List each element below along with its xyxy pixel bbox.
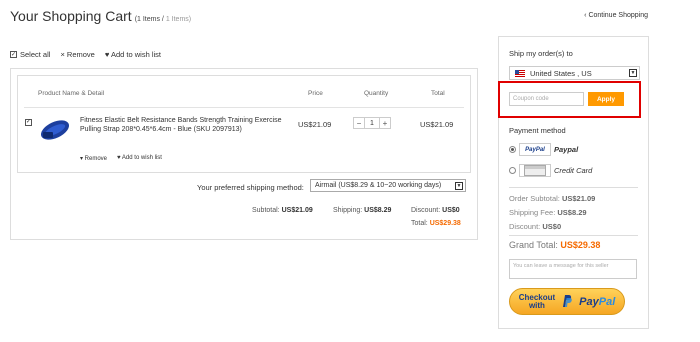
quantity-decrease-button[interactable]: −: [353, 117, 365, 129]
summary-total: Total: US$29.38: [411, 220, 461, 227]
add-selected-to-wishlist-button[interactable]: ♥ Add to wish list: [105, 50, 161, 59]
item-wishlist-link[interactable]: ♥ Add to wish list: [117, 155, 162, 162]
sidebar-discount-value: US$0: [542, 222, 562, 231]
header-quantity: Quantity: [364, 90, 389, 97]
checkout-line2: with: [528, 300, 545, 310]
item-remove-link[interactable]: ▾ Remove: [80, 155, 107, 162]
cart-panel: Product Name & Detail Price Quantity Tot…: [10, 68, 478, 240]
product-thumbnail[interactable]: [38, 116, 72, 144]
summary-shipping-label: Shipping:: [333, 207, 363, 214]
product-title-link[interactable]: Fitness Elastic Belt Resistance Bands St…: [80, 116, 285, 134]
item-count-muted: 1 Items): [165, 16, 192, 23]
chevron-down-icon: ▼: [455, 182, 463, 190]
seller-message-input[interactable]: You can leave a message for this seller: [509, 259, 637, 279]
sidebar-discount-label: Discount:: [509, 222, 541, 231]
shipping-method-select[interactable]: Airmail (US$8.29 & 10~20 working days) ▼: [310, 179, 466, 192]
summary-discount-value: US$0: [442, 207, 460, 214]
paypal-wordmark-pal: Pal: [598, 295, 616, 308]
quantity-increase-button[interactable]: +: [379, 117, 391, 129]
remove-selected-button[interactable]: × Remove: [60, 50, 94, 59]
page-title: Your Shopping Cart (1 Items / 1 Items): [10, 8, 191, 24]
quantity-input[interactable]: 1: [365, 117, 379, 129]
summary-subtotal: Subtotal: US$21.09: [252, 207, 313, 214]
select-all-label: Select all: [20, 50, 51, 59]
item-links: ▾ Remove ♥ Add to wish list: [80, 155, 162, 162]
shipping-method-value: Airmail (US$8.29 & 10~20 working days): [315, 182, 442, 189]
item-checkbox[interactable]: ✓: [25, 118, 32, 126]
paypal-checkout-button[interactable]: Checkout with PayPal: [509, 288, 625, 315]
credit-card-radio[interactable]: [509, 167, 516, 174]
us-flag-icon: [515, 69, 525, 77]
grand-total: Grand Total: US$29.38: [509, 240, 600, 250]
shipping-fee: Shipping Fee: US$8.29: [509, 208, 587, 217]
ship-to-label: Ship my order(s) to: [509, 49, 573, 58]
header-total: Total: [431, 90, 445, 97]
sidebar-divider: [509, 235, 638, 236]
order-subtotal-label: Order Subtotal:: [509, 194, 560, 203]
sidebar-divider: [509, 187, 638, 188]
order-subtotal-value: US$21.09: [561, 194, 596, 203]
header-product: Product Name & Detail: [38, 90, 105, 97]
credit-card-label: Credit Card: [554, 166, 593, 175]
paypal-logo-text: PayPal: [525, 146, 545, 153]
paypal-label: Paypal: [554, 145, 579, 154]
grand-total-label: Grand Total:: [509, 240, 558, 250]
grand-total-value: US$29.38: [560, 240, 601, 250]
order-sidebar: Ship my order(s) to United States , US ▼…: [498, 36, 649, 329]
paypal-logo-icon: PayPal: [519, 143, 551, 156]
shipping-fee-label: Shipping Fee:: [509, 208, 556, 217]
continue-shopping-link[interactable]: ‹ Continue Shopping: [584, 12, 648, 19]
header-price: Price: [308, 90, 323, 97]
summary-discount-label: Discount:: [411, 207, 441, 214]
paypal-wordmark: PayPal: [579, 296, 615, 308]
header-divider: [24, 107, 464, 108]
sidebar-discount: Discount: US$0: [509, 222, 561, 231]
shipping-method-label: Your preferred shipping method:: [197, 183, 304, 192]
select-all-checkbox[interactable]: ✓: [10, 51, 17, 58]
chevron-down-icon: ▼: [629, 69, 637, 77]
payment-method-label: Payment method: [509, 126, 566, 135]
cart-actions: ✓ Select all × Remove ♥ Add to wish list: [10, 50, 161, 59]
item-price: US$21.09: [298, 120, 332, 129]
select-all[interactable]: ✓ Select all: [10, 50, 50, 59]
summary-discount: Discount: US$0: [411, 207, 460, 214]
item-count-text: (1 Items /: [134, 16, 164, 23]
paypal-radio[interactable]: [509, 146, 516, 153]
credit-card-icon: [519, 164, 551, 177]
payment-option-credit-card[interactable]: Credit Card: [509, 164, 592, 177]
order-subtotal: Order Subtotal: US$21.09: [509, 194, 595, 203]
page-title-text: Your Shopping Cart: [10, 8, 132, 24]
country-value: United States , US: [530, 68, 592, 78]
quantity-stepper: − 1 +: [353, 117, 391, 129]
apply-coupon-button[interactable]: Apply: [588, 92, 624, 106]
checkout-text: Checkout with: [519, 293, 555, 310]
coupon-input[interactable]: Coupon code: [509, 92, 584, 106]
summary-total-label: Total:: [411, 220, 428, 227]
summary-total-value: US$29.38: [429, 220, 461, 227]
country-select[interactable]: United States , US ▼: [509, 66, 640, 80]
paypal-wordmark-pay: Pay: [579, 295, 599, 308]
paypal-p-icon: [561, 294, 573, 310]
summary-shipping-value: US$8.29: [364, 207, 392, 214]
item-total: US$21.09: [420, 120, 454, 129]
cart-table: Product Name & Detail Price Quantity Tot…: [17, 75, 471, 173]
summary-subtotal-label: Subtotal:: [252, 207, 280, 214]
item-count: (1 Items / 1 Items): [135, 16, 191, 23]
shipping-fee-value: US$8.29: [557, 208, 587, 217]
summary-subtotal-value: US$21.09: [281, 207, 313, 214]
summary-shipping: Shipping: US$8.29: [333, 207, 391, 214]
payment-option-paypal[interactable]: PayPal Paypal: [509, 143, 578, 156]
